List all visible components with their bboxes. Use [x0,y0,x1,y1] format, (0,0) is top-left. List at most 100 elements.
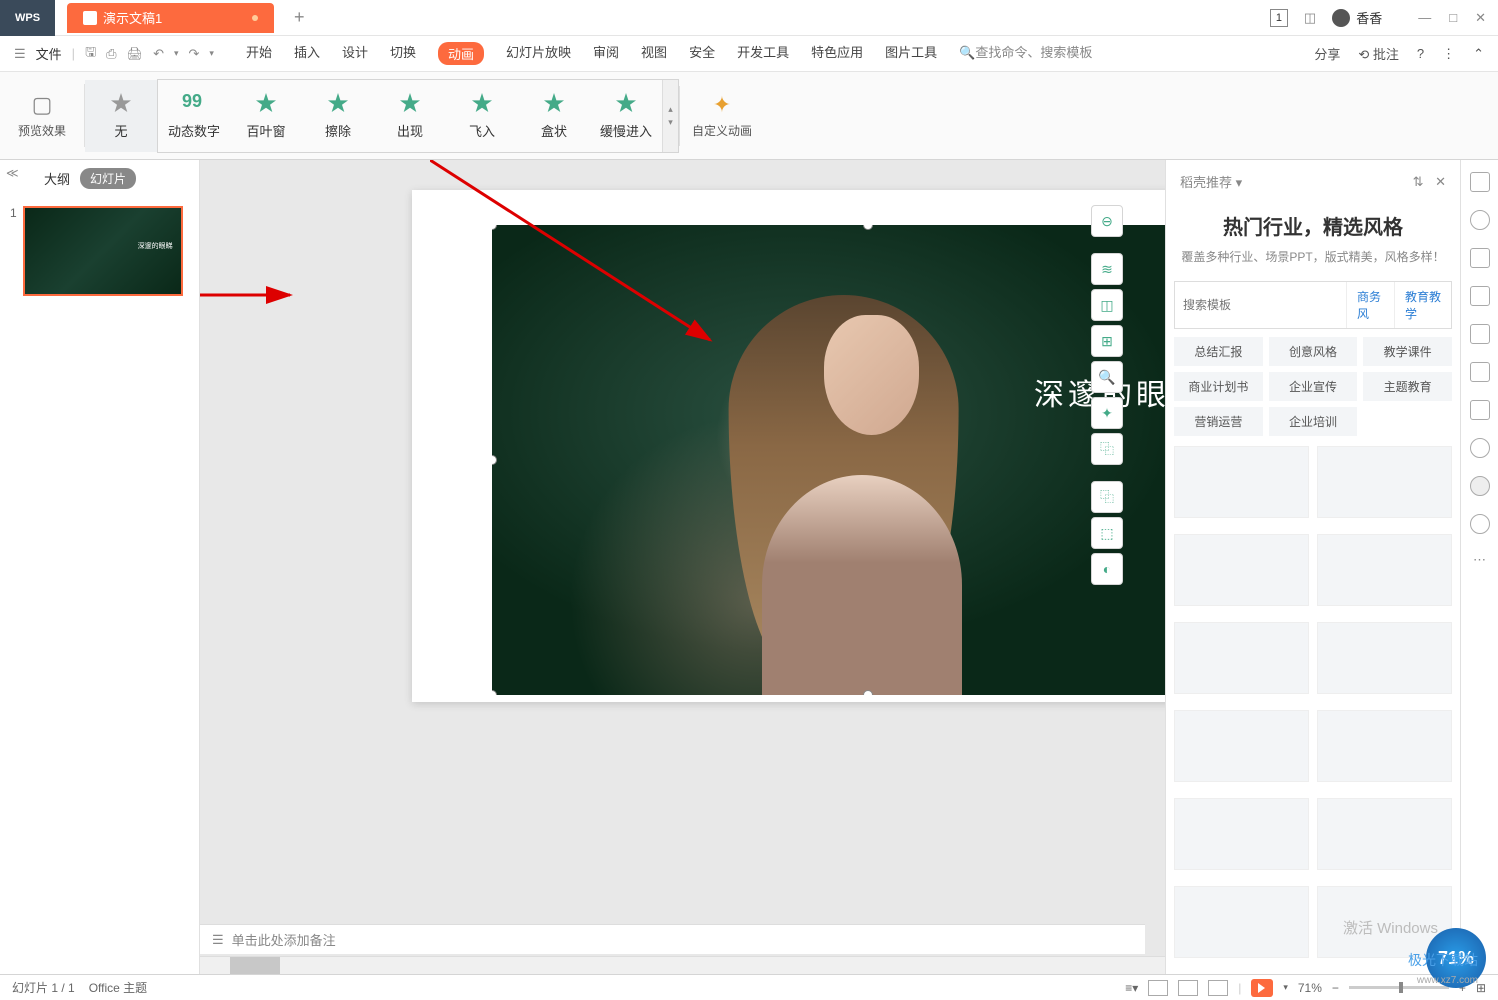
rail-outline-icon[interactable] [1470,362,1490,382]
tab-picture-tools[interactable]: 图片工具 [885,42,937,65]
save-icon[interactable]: 🖫 [85,43,96,65]
tag-creative[interactable]: 创意风格 [1269,337,1358,366]
anim-blinds[interactable]: 百叶窗 [230,80,302,152]
grid-icon[interactable]: ⊞ [1091,325,1123,357]
tag-training[interactable]: 企业培训 [1269,407,1358,436]
template-thumb[interactable] [1174,886,1309,958]
copy-icon[interactable]: ⿻ [1091,433,1123,465]
rail-shapes-icon[interactable] [1470,210,1490,230]
minimize-button[interactable]: — [1418,10,1431,26]
share-button[interactable]: 分享 [1314,44,1340,63]
play-dropdown[interactable]: ▾ [1283,982,1288,993]
tab-animation[interactable]: 动画 [438,42,484,65]
tag-summary[interactable]: 总结汇报 [1174,337,1263,366]
slide-thumb-1[interactable]: 1 [10,206,189,296]
horizontal-scrollbar[interactable] [200,956,1165,974]
custom-animation-button[interactable]: ✦ 自定义动画 [680,84,764,147]
tab-devtools[interactable]: 开发工具 [737,42,789,65]
chip-education[interactable]: 教育教学 [1394,282,1451,328]
template-thumb[interactable] [1317,446,1452,518]
panel-sort-icon[interactable]: ⇅ [1413,174,1424,189]
handle-bm[interactable] [863,690,873,695]
more-button[interactable]: ⋮ [1442,46,1455,62]
tab-special[interactable]: 特色应用 [811,42,863,65]
template-thumb[interactable] [1174,534,1309,606]
rail-chart-icon[interactable] [1470,324,1490,344]
close-button[interactable]: ✕ [1475,10,1486,26]
tab-insert[interactable]: 插入 [294,42,320,65]
handle-ml[interactable] [492,455,497,465]
preview-button[interactable]: ▢ 预览效果 [0,84,85,147]
gallery-more-button[interactable]: ▴▾ [662,80,678,152]
effects-icon[interactable]: ✦ [1091,397,1123,429]
chip-business[interactable]: 商务风 [1346,282,1394,328]
handle-tm[interactable] [863,225,873,230]
slides-tab[interactable]: 幻灯片 [80,168,136,189]
template-thumb[interactable] [1174,710,1309,782]
slideshow-button[interactable] [1251,979,1273,997]
filter-icon[interactable]: ◐ [1091,553,1123,585]
apps-icon[interactable]: ◫ [1304,10,1316,26]
selected-image[interactable]: 深邃的眼眸 [492,225,1165,695]
tab-transition[interactable]: 切换 [390,42,416,65]
help-button[interactable]: ? [1417,46,1424,61]
panel-title[interactable]: 稻壳推荐 ▾ [1180,172,1242,191]
layers-icon[interactable]: ≋ [1091,253,1123,285]
batch-annotate-button[interactable]: ⟲ 批注 [1358,44,1399,63]
zoom-slider[interactable] [1349,986,1449,989]
template-thumb[interactable] [1317,622,1452,694]
maximize-button[interactable]: □ [1449,10,1457,26]
anim-slow-enter[interactable]: 缓慢进入 [590,80,662,152]
zoom-value[interactable]: 71% [1298,981,1322,995]
anim-dynamic-number[interactable]: 99动态数字 [158,80,230,152]
panel-close-button[interactable]: ✕ [1435,174,1446,189]
rail-more-icon[interactable]: ⋯ [1473,552,1486,568]
template-search-input[interactable] [1175,282,1346,328]
tab-review[interactable]: 审阅 [593,42,619,65]
search-commands[interactable]: 🔍查找命令、搜索模板 [959,42,1092,65]
outline-tab[interactable]: 大纲 [44,169,70,188]
reading-view-button[interactable] [1208,980,1228,996]
redo-icon[interactable]: ↷ [189,46,200,62]
print-icon[interactable]: ⎙ [106,46,116,62]
tag-enterprise[interactable]: 企业宣传 [1269,372,1358,401]
document-tab[interactable]: 演示文稿1 [67,3,274,33]
tab-slideshow[interactable]: 幻灯片放映 [506,42,571,65]
undo-dropdown-icon[interactable]: ▾ [174,48,179,59]
anim-none[interactable]: 无 [85,80,157,152]
tab-design[interactable]: 设计 [342,42,368,65]
zoom-icon[interactable]: 🔍 [1091,361,1123,393]
new-tab-button[interactable]: + [284,3,314,33]
template-thumb[interactable] [1174,798,1309,870]
notes-bar[interactable]: ☰ 单击此处添加备注 [200,924,1145,954]
template-thumb[interactable] [1317,798,1452,870]
anim-box[interactable]: 盒状 [518,80,590,152]
user-chip[interactable]: 香香 [1332,8,1382,27]
rail-image-icon[interactable] [1470,400,1490,420]
collapse-panel-button[interactable]: ≪ [0,160,25,186]
template-thumb[interactable] [1317,710,1452,782]
tag-business-plan[interactable]: 商业计划书 [1174,372,1263,401]
anim-wipe[interactable]: 擦除 [302,80,374,152]
print-preview-icon[interactable]: 🖨 [127,46,144,62]
collapse-ribbon-button[interactable]: ⌃ [1473,46,1484,62]
template-thumb[interactable] [1174,622,1309,694]
handle-bl[interactable] [492,690,497,695]
handle-tl[interactable] [492,225,497,230]
undo-icon[interactable]: ↶ [153,46,164,62]
collapse-tools-button[interactable]: ⊖ [1091,205,1123,237]
sorter-view-button[interactable] [1178,980,1198,996]
tab-view[interactable]: 视图 [641,42,667,65]
tag-theme-edu[interactable]: 主题教育 [1363,372,1452,401]
template-thumb[interactable] [1174,446,1309,518]
file-menu[interactable]: 文件 [36,44,62,63]
transform-icon[interactable]: ⬚ [1091,517,1123,549]
template-thumb[interactable] [1317,534,1452,606]
rail-props-icon[interactable] [1470,286,1490,306]
anim-flyin[interactable]: 飞入 [446,80,518,152]
tab-start[interactable]: 开始 [246,42,272,65]
rail-history-icon[interactable] [1470,514,1490,534]
rail-settings-icon[interactable] [1470,476,1490,496]
wps-logo[interactable]: WPS [0,0,55,36]
normal-view-button[interactable] [1148,980,1168,996]
